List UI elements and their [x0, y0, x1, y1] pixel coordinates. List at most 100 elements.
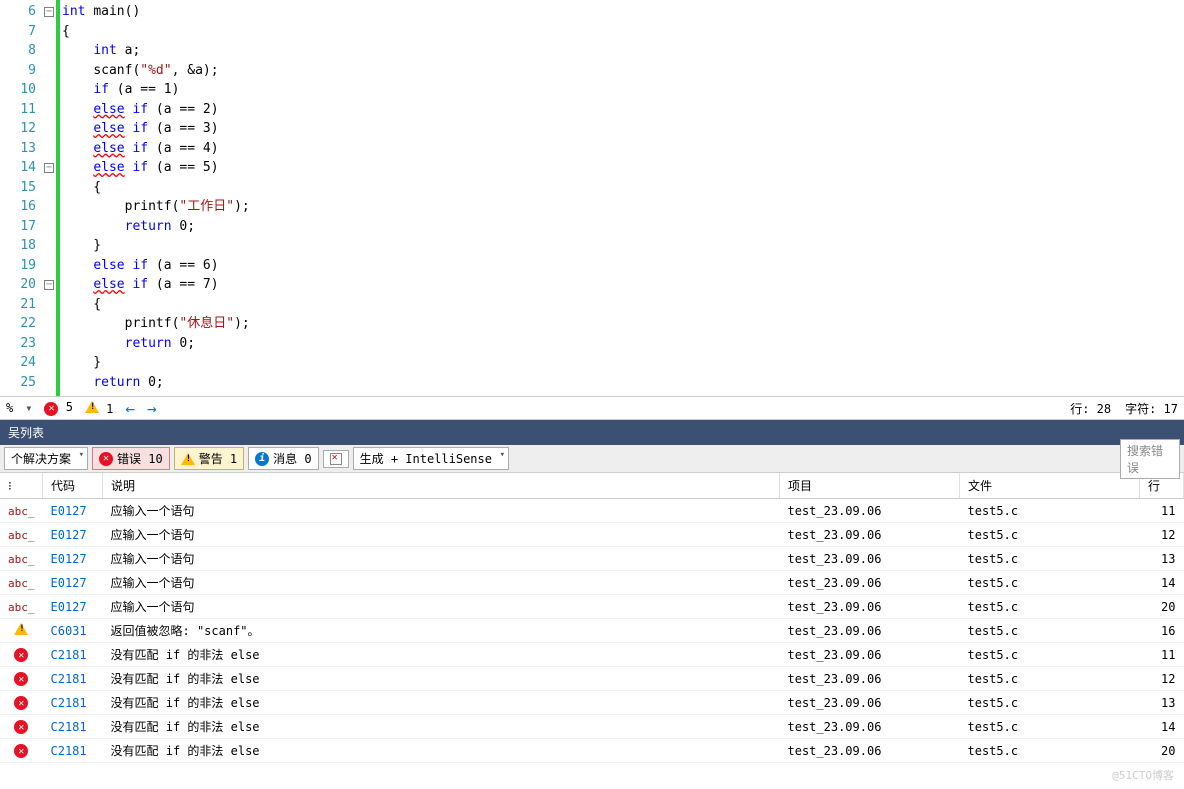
intellisense-error-icon: abc̲ — [8, 529, 35, 542]
error-description: 没有匹配 if 的非法 else — [103, 739, 780, 763]
error-line: 14 — [1140, 715, 1184, 739]
error-file: test5.c — [960, 595, 1140, 619]
col-header-file[interactable]: 文件 — [960, 473, 1140, 499]
col-header-desc[interactable]: 说明 — [103, 473, 780, 499]
error-project: test_23.09.06 — [780, 619, 960, 643]
error-code-link[interactable]: E0127 — [51, 576, 87, 590]
line-number-gutter: 678910111213141516171819202122232425 — [0, 0, 42, 396]
intellisense-toggle-button[interactable] — [323, 450, 349, 468]
error-line: 20 — [1140, 595, 1184, 619]
error-file: test5.c — [960, 571, 1140, 595]
error-line: 11 — [1140, 643, 1184, 667]
info-icon: i — [255, 452, 269, 466]
error-description: 应输入一个语句 — [103, 571, 780, 595]
error-line: 20 — [1140, 739, 1184, 763]
error-project: test_23.09.06 — [780, 691, 960, 715]
error-icon: ✕ — [14, 648, 28, 662]
warning-icon — [181, 453, 195, 465]
cursor-line: 行: 28 — [1070, 400, 1111, 417]
error-file: test5.c — [960, 715, 1140, 739]
intellisense-icon — [330, 453, 342, 465]
error-code-link[interactable]: C6031 — [51, 624, 87, 638]
error-icon: ✕ — [99, 452, 113, 466]
error-code-link[interactable]: C2181 — [51, 744, 87, 758]
nav-forward-icon[interactable]: → — [147, 399, 157, 418]
warning-count-indicator[interactable]: 1 — [85, 401, 113, 416]
col-header-code[interactable]: 代码 — [43, 473, 103, 499]
error-description: 没有匹配 if 的非法 else — [103, 643, 780, 667]
error-description: 返回值被忽略: "scanf"。 — [103, 619, 780, 643]
table-row[interactable]: ✕ C2181 没有匹配 if 的非法 elsetest_23.09.06test5… — [0, 739, 1184, 763]
error-line: 11 — [1140, 499, 1184, 523]
error-code-link[interactable]: E0127 — [51, 552, 87, 566]
table-row[interactable]: C6031 返回值被忽略: "scanf"。test_23.09.06test5.… — [0, 619, 1184, 643]
error-filter-bar: 个解决方案 ✕错误 10 警告 1 i消息 0 生成 + IntelliSens… — [0, 445, 1184, 473]
table-row[interactable]: abc̲E0127应输入一个语句test_23.09.06test5.c14 — [0, 571, 1184, 595]
table-row[interactable]: ✕ C2181 没有匹配 if 的非法 elsetest_23.09.06test5… — [0, 715, 1184, 739]
search-errors-input[interactable]: 搜索错误 — [1120, 439, 1180, 479]
error-project: test_23.09.06 — [780, 571, 960, 595]
error-code-link[interactable]: C2181 — [51, 720, 87, 734]
messages-filter-button[interactable]: i消息 0 — [248, 447, 318, 470]
error-file: test5.c — [960, 643, 1140, 667]
error-icon: ✕ — [14, 720, 28, 734]
error-description: 没有匹配 if 的非法 else — [103, 715, 780, 739]
watermark: @51CTO博客 — [1112, 767, 1174, 783]
error-description: 应输入一个语句 — [103, 523, 780, 547]
col-header-icon[interactable]: ⁝ — [0, 473, 43, 499]
intellisense-error-icon: abc̲ — [8, 505, 35, 518]
error-project: test_23.09.06 — [780, 739, 960, 763]
error-project: test_23.09.06 — [780, 715, 960, 739]
scope-dropdown[interactable]: 个解决方案 — [4, 447, 88, 470]
table-row[interactable]: abc̲E0127应输入一个语句test_23.09.06test5.c20 — [0, 595, 1184, 619]
error-code-link[interactable]: C2181 — [51, 672, 87, 686]
code-area[interactable]: int main(){ int a; scanf("%d", &a); if (… — [60, 0, 1184, 396]
error-description: 应输入一个语句 — [103, 547, 780, 571]
warnings-filter-button[interactable]: 警告 1 — [174, 447, 244, 470]
error-project: test_23.09.06 — [780, 595, 960, 619]
table-row[interactable]: abc̲E0127应输入一个语句test_23.09.06test5.c11 — [0, 499, 1184, 523]
error-code-link[interactable]: C2181 — [51, 696, 87, 710]
error-file: test5.c — [960, 619, 1140, 643]
error-icon: ✕ — [14, 696, 28, 710]
table-row[interactable]: ✕ C2181 没有匹配 if 的非法 elsetest_23.09.06test5… — [0, 643, 1184, 667]
error-file: test5.c — [960, 523, 1140, 547]
intellisense-error-icon: abc̲ — [8, 553, 35, 566]
status-bar: % ▾ ✕ 5 1 ← → 行: 28 字符: 17 — [0, 396, 1184, 420]
error-code-link[interactable]: E0127 — [51, 504, 87, 518]
error-line: 16 — [1140, 619, 1184, 643]
build-mode-dropdown[interactable]: 生成 + IntelliSense — [353, 447, 509, 470]
error-project: test_23.09.06 — [780, 499, 960, 523]
error-line: 13 — [1140, 547, 1184, 571]
warning-icon — [85, 401, 99, 413]
error-icon: ✕ — [14, 672, 28, 686]
error-code-link[interactable]: E0127 — [51, 600, 87, 614]
table-header-row[interactable]: ⁝ 代码 说明 项目 文件 行 — [0, 473, 1184, 499]
nav-back-icon[interactable]: ← — [125, 399, 135, 418]
table-row[interactable]: ✕C2181没有匹配 if 的非法 elsetest_23.09.06test5… — [0, 691, 1184, 715]
col-header-project[interactable]: 项目 — [780, 473, 960, 499]
error-line: 12 — [1140, 523, 1184, 547]
error-icon: ✕ — [14, 744, 28, 758]
errors-filter-button[interactable]: ✕错误 10 — [92, 447, 170, 470]
error-count-indicator[interactable]: ✕ 5 — [44, 400, 72, 416]
error-description: 没有匹配 if 的非法 else — [103, 667, 780, 691]
error-project: test_23.09.06 — [780, 643, 960, 667]
zoom-level[interactable]: % — [6, 401, 13, 415]
code-editor[interactable]: 678910111213141516171819202122232425 − −… — [0, 0, 1184, 396]
table-row[interactable]: abc̲E0127应输入一个语句test_23.09.06test5.c12 — [0, 523, 1184, 547]
error-code-link[interactable]: E0127 — [51, 528, 87, 542]
error-description: 应输入一个语句 — [103, 499, 780, 523]
error-icon: ✕ — [44, 402, 58, 416]
error-file: test5.c — [960, 739, 1140, 763]
error-list-panel-title: 吴列表 — [0, 420, 1184, 445]
error-code-link[interactable]: C2181 — [51, 648, 87, 662]
table-row[interactable]: ✕C2181没有匹配 if 的非法 elsetest_23.09.06test5… — [0, 667, 1184, 691]
error-line: 13 — [1140, 691, 1184, 715]
error-description: 应输入一个语句 — [103, 595, 780, 619]
error-line: 14 — [1140, 571, 1184, 595]
error-file: test5.c — [960, 547, 1140, 571]
fold-column[interactable]: − − − — [42, 0, 56, 396]
error-line: 12 — [1140, 667, 1184, 691]
table-row[interactable]: abc̲E0127应输入一个语句test_23.09.06test5.c13 — [0, 547, 1184, 571]
